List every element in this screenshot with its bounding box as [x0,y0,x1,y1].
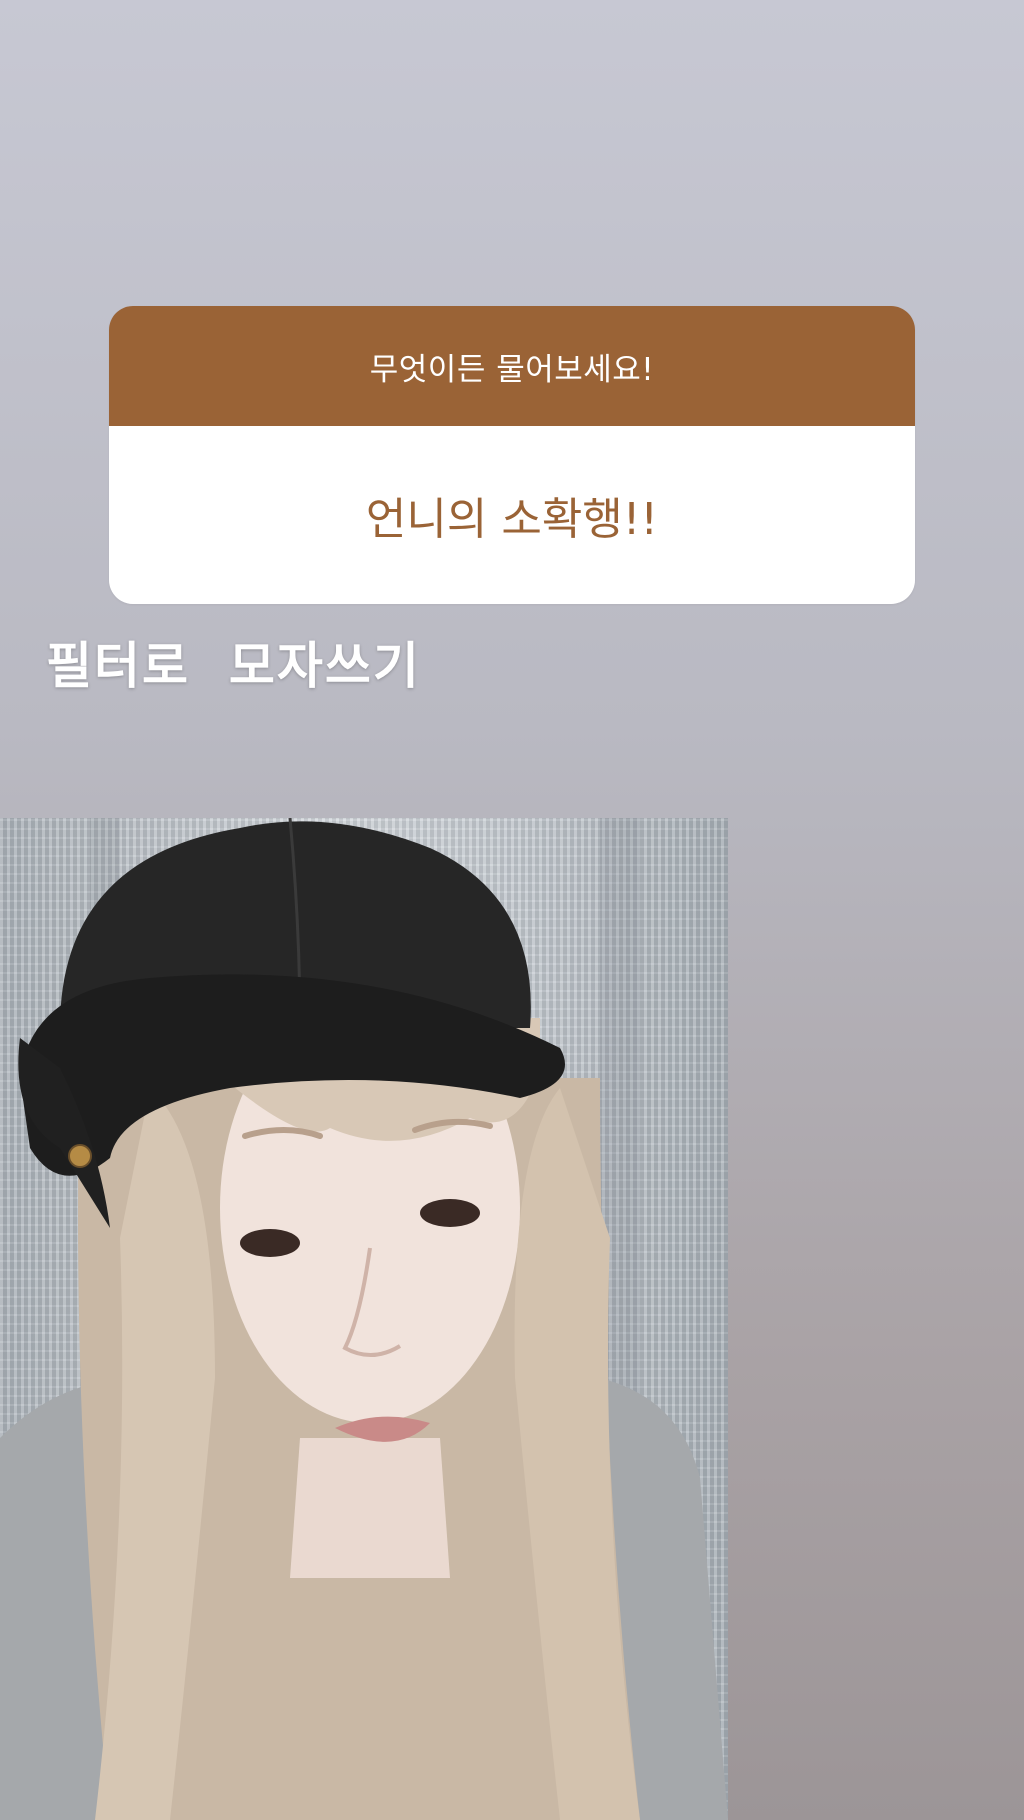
story-frame: 무엇이든 물어보세요! 언니의 소확행!! 필터로 모자쓰기 [0,0,1024,1820]
caption-text: 필터로 모자쓰기 [46,637,421,695]
eye-right [420,1199,480,1227]
question-sticker[interactable]: 무엇이든 물어보세요! 언니의 소확행!! [109,306,915,604]
eye-left [240,1229,300,1257]
question-prompt: 무엇이든 물어보세요! [109,306,915,426]
cap-button [68,1144,92,1168]
neck [290,1438,450,1578]
selfie-illustration [0,818,728,1820]
question-answer: 언니의 소확행!! [109,426,915,604]
selfie-photo [0,818,728,1820]
